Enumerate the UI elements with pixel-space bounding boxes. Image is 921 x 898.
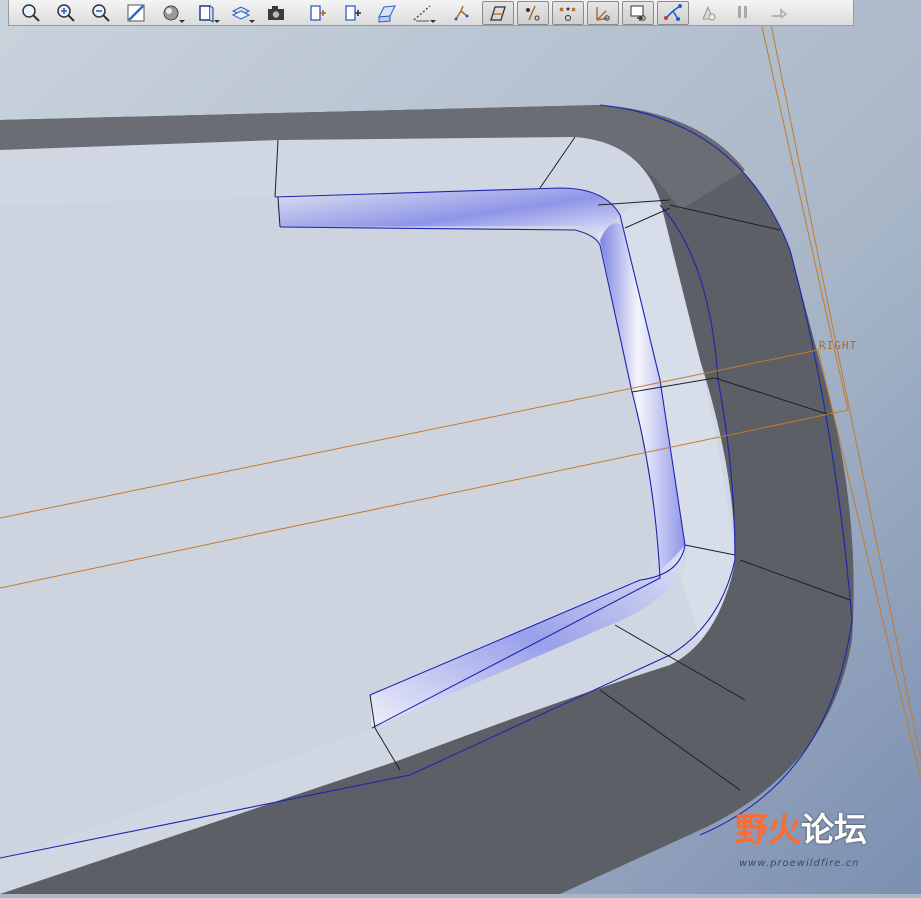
pause-button[interactable] (727, 1, 759, 25)
camera-icon (268, 5, 284, 20)
csys-toggle-icon (596, 6, 610, 21)
datum-display-icon (454, 5, 469, 20)
watermark-logo-part-b: 论坛 (801, 810, 867, 849)
spin-icon-button[interactable] (447, 1, 479, 25)
next-icon (772, 7, 788, 19)
watermark-logo-part-a: 野火 (735, 810, 801, 849)
datum-plane-icon (310, 4, 326, 21)
annotation-toggle-icon (630, 5, 646, 21)
datum-point-icon (378, 4, 396, 23)
datum-axis-icon (345, 4, 361, 21)
show-csys-toggle[interactable] (587, 0, 619, 25)
axis-toggle-icon (526, 5, 540, 20)
show-planes-toggle[interactable] (482, 0, 514, 25)
camera-button[interactable] (260, 1, 292, 25)
repaint-button[interactable] (120, 1, 152, 25)
model-canvas[interactable] (0, 0, 921, 894)
show-axes-toggle[interactable] (517, 0, 549, 25)
regenerate-button[interactable] (692, 1, 724, 25)
zoom-in-button[interactable] (50, 1, 82, 25)
watermark-url: www.proewildfire.cn (739, 858, 860, 869)
datum-planes-button[interactable] (301, 1, 333, 25)
pause-icon (738, 5, 747, 18)
coordinate-systems-button[interactable] (406, 1, 438, 25)
datum-points-button[interactable] (371, 1, 403, 25)
zoom-out-icon (92, 3, 110, 22)
watermark-logo: 野火论坛 (735, 808, 867, 852)
forum-watermark: 野火论坛 www.proewildfire.cn (735, 808, 915, 888)
spin-center-icon (664, 3, 682, 21)
plane-toggle-icon (490, 5, 506, 21)
refit-button[interactable] (15, 1, 47, 25)
spin-center-toggle[interactable] (657, 0, 689, 25)
point-toggle-icon (559, 6, 576, 21)
model-viewport[interactable] (0, 0, 921, 894)
datum-axes-button[interactable] (336, 1, 368, 25)
zoom-in-icon (57, 3, 75, 22)
saved-views-button[interactable] (190, 1, 222, 25)
regenerate-icon (702, 5, 716, 20)
zoom-out-button[interactable] (85, 1, 117, 25)
repaint-icon (127, 4, 145, 21)
datum-plane-label: RIGHT (819, 339, 858, 352)
magnifier-refit-icon (22, 3, 40, 22)
next-button[interactable] (762, 1, 794, 25)
view-toolbar (8, 0, 854, 26)
layers-button[interactable] (225, 1, 257, 25)
show-points-toggle[interactable] (552, 0, 584, 25)
annotation-toggle[interactable] (622, 0, 654, 25)
display-style-button[interactable] (155, 1, 187, 25)
